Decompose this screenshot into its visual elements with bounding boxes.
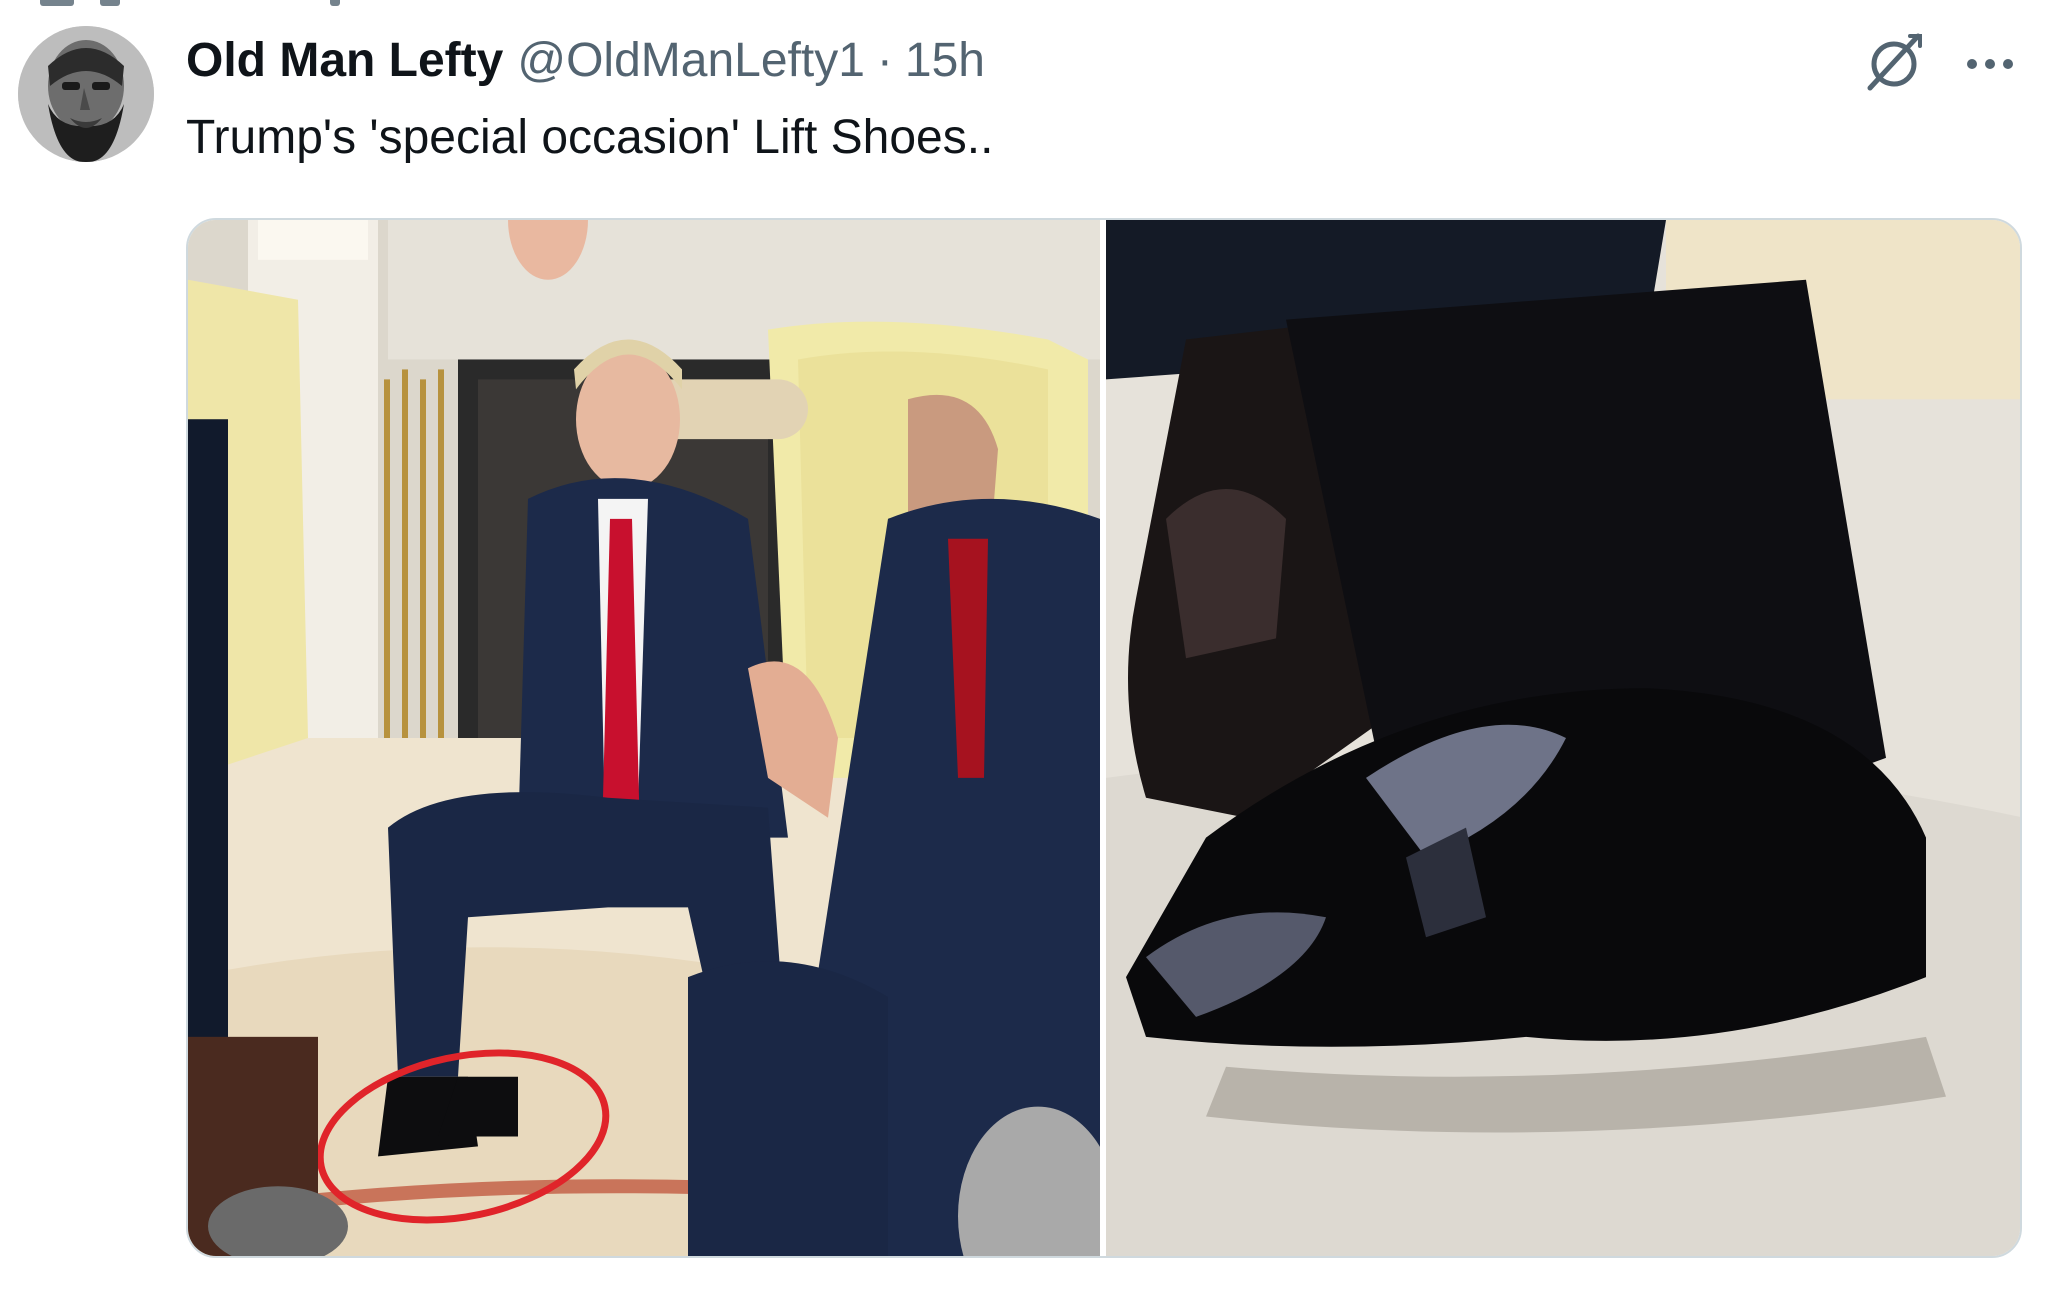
more-horizontal-icon[interactable]: [1960, 38, 2020, 86]
display-name[interactable]: Old Man Lefty: [186, 30, 503, 92]
tweet-card[interactable]: Old Man Lefty @OldManLefty1 · 15h Trump'…: [0, 0, 2048, 1290]
photo-shoe-closeup-image: [1106, 220, 2020, 1256]
grok-icon[interactable]: [1862, 30, 1926, 94]
header-separator: ·: [876, 34, 893, 87]
media-photo-shoe-closeup[interactable]: [1106, 220, 2020, 1256]
tweet-timestamp[interactable]: 15h: [905, 30, 985, 92]
media-photo-oval-office[interactable]: [188, 220, 1100, 1256]
photo-oval-office-image: [188, 220, 1100, 1256]
user-handle[interactable]: @OldManLefty1: [517, 30, 865, 92]
avatar[interactable]: [18, 26, 154, 162]
avatar-image: [18, 26, 154, 162]
tweet-media[interactable]: [186, 218, 2022, 1258]
tweet-text: Trump's 'special occasion' Lift Shoes..: [186, 111, 994, 164]
tweet-header: Old Man Lefty @OldManLefty1 · 15h: [186, 30, 985, 92]
